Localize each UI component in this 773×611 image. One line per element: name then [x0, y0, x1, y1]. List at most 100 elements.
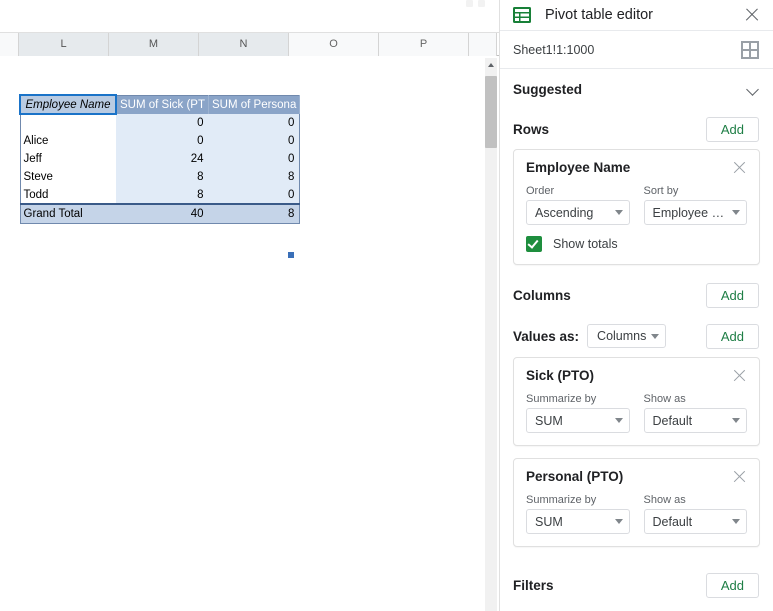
suggested-section[interactable]: Suggested: [500, 69, 773, 109]
order-select[interactable]: Ascending: [526, 200, 630, 225]
column-header-L[interactable]: L: [19, 33, 109, 56]
column-header-row[interactable]: L M N O P: [0, 33, 499, 56]
table-row[interactable]: 0 0: [20, 114, 300, 132]
pivot-header-sum-of-sick[interactable]: SUM of Sick (PT: [116, 95, 209, 114]
show-as-select[interactable]: Default: [643, 509, 747, 534]
order-label: Order: [526, 185, 555, 197]
pivot-row-value-sick[interactable]: 0: [116, 114, 209, 132]
summarize-by-select[interactable]: SUM: [526, 408, 630, 433]
values-field-card-sick-pto[interactable]: Sick (PTO) Summarize by SUM Show as Defa…: [513, 357, 760, 446]
show-totals-checkbox[interactable]: [526, 236, 542, 252]
sort-by-select[interactable]: Employee Na...: [643, 200, 747, 225]
summarize-by-select-value: SUM: [535, 514, 563, 529]
table-row[interactable]: Steve 8 8: [20, 168, 300, 186]
column-header-P[interactable]: P: [379, 33, 469, 56]
add-value-button[interactable]: Add: [705, 323, 759, 349]
sheet-vertical-scrollbar[interactable]: [485, 58, 497, 611]
selection-fill-handle[interactable]: [288, 252, 294, 258]
values-field-card-personal-pto[interactable]: Personal (PTO) Summarize by SUM Show as …: [513, 458, 760, 547]
pivot-row-value-personal[interactable]: 0: [208, 150, 300, 168]
grid-range-icon[interactable]: [741, 40, 759, 59]
values-as-select[interactable]: Columns: [587, 324, 667, 348]
pivot-row-value-sick[interactable]: 8: [116, 186, 209, 204]
pivot-row-value-personal[interactable]: 8: [208, 168, 300, 186]
pivot-row-value-sick[interactable]: 0: [116, 132, 209, 150]
filters-label: Filters: [513, 577, 554, 593]
scrollbar-thumb[interactable]: [485, 76, 497, 148]
values-as-select-value: Columns: [597, 329, 647, 343]
table-row[interactable]: Jeff 24 0: [20, 150, 300, 168]
remove-row-field-icon[interactable]: [732, 160, 747, 175]
chevron-down-icon: [651, 333, 660, 339]
pivot-header-sum-of-personal[interactable]: SUM of Persona: [208, 95, 301, 114]
add-row-button[interactable]: Add: [705, 116, 759, 142]
grand-total-sick[interactable]: 40: [116, 203, 209, 223]
order-control: Order Ascending: [526, 185, 630, 225]
chevron-down-icon: [732, 210, 740, 215]
values-as-label: Values as:: [513, 328, 580, 344]
remove-value-field-icon[interactable]: [732, 368, 747, 383]
pivot-row-value-personal[interactable]: 0: [208, 114, 300, 132]
chevron-down-icon: [732, 418, 740, 423]
pivot-row-value-personal[interactable]: 0: [208, 132, 300, 150]
pivot-table-editor-panel[interactable]: Pivot table editor Sheet1!1:1000 Suggest…: [499, 0, 773, 611]
pivot-grand-total-row[interactable]: Grand Total 40 8: [20, 203, 300, 223]
field-card-header: Employee Name: [526, 160, 747, 175]
pivot-row-value-sick[interactable]: 8: [116, 168, 209, 186]
chevron-down-icon[interactable]: [747, 83, 759, 95]
pivot-row-label[interactable]: Todd: [20, 186, 116, 204]
chevron-down-icon: [614, 519, 623, 524]
chevron-down-icon: [614, 210, 623, 215]
spreadsheet-area[interactable]: L M N O P Employee Name SUM of Sick (PT …: [0, 0, 499, 611]
show-totals-row[interactable]: Show totals: [526, 236, 747, 252]
pivot-row-value-sick[interactable]: 24: [116, 150, 209, 168]
close-icon[interactable]: [743, 6, 761, 24]
add-filter-button[interactable]: Add: [705, 572, 759, 598]
remove-value-field-icon[interactable]: [732, 469, 747, 484]
show-as-label: Show as: [643, 494, 686, 506]
pivot-row-label[interactable]: Jeff: [20, 150, 116, 168]
grand-total-label[interactable]: Grand Total: [20, 203, 116, 223]
spreadsheet-grid-body[interactable]: Employee Name SUM of Sick (PT SUM of Per…: [0, 56, 499, 611]
pivot-row-label[interactable]: [20, 114, 116, 132]
show-as-select-value: Default: [652, 514, 693, 529]
field-card-header: Personal (PTO): [526, 469, 747, 484]
table-row[interactable]: Todd 8 0: [20, 186, 300, 204]
column-header-partial[interactable]: [469, 33, 497, 56]
field-card-header: Sick (PTO): [526, 368, 747, 383]
editor-header: Pivot table editor: [500, 0, 773, 30]
scroll-up-icon[interactable]: [485, 58, 497, 70]
show-as-control: Show as Default: [643, 494, 747, 534]
add-column-button[interactable]: Add: [705, 282, 759, 308]
column-header-N[interactable]: N: [199, 33, 289, 56]
show-as-select-value: Default: [652, 413, 693, 428]
pivot-row-label[interactable]: Alice: [20, 132, 116, 150]
sort-by-select-value: Employee Na...: [652, 205, 728, 220]
show-as-select[interactable]: Default: [643, 408, 747, 433]
summarize-by-control: Summarize by SUM: [526, 393, 630, 433]
column-header-M[interactable]: M: [109, 33, 199, 56]
data-range-row[interactable]: Sheet1!1:1000: [500, 31, 773, 68]
field-title: Employee Name: [526, 160, 631, 175]
summarize-by-label: Summarize by: [526, 494, 597, 506]
spreadsheet-top-strip: [0, 0, 499, 33]
table-row[interactable]: Alice 0 0: [20, 132, 300, 150]
summarize-by-control: Summarize by SUM: [526, 494, 630, 534]
rows-section-header: Rows Add: [500, 109, 773, 149]
show-as-control: Show as Default: [643, 393, 747, 433]
pivot-row-label[interactable]: Steve: [20, 168, 116, 186]
summarize-by-select[interactable]: SUM: [526, 509, 630, 534]
pivot-header-employee-name[interactable]: Employee Name: [19, 94, 117, 115]
columns-section-header: Columns Add: [500, 275, 773, 315]
grand-total-personal[interactable]: 8: [208, 203, 300, 223]
show-as-label: Show as: [643, 393, 686, 405]
sort-by-control: Sort by Employee Na...: [643, 185, 747, 225]
chevron-down-icon: [732, 519, 740, 524]
rows-field-card-employee-name[interactable]: Employee Name Order Ascending Sort by Em…: [513, 149, 760, 265]
field-title: Personal (PTO): [526, 469, 624, 484]
pivot-table[interactable]: Employee Name SUM of Sick (PT SUM of Per…: [19, 94, 301, 224]
pivot-row-value-personal[interactable]: 0: [208, 186, 300, 204]
column-header-corner[interactable]: [0, 33, 19, 56]
show-totals-label: Show totals: [553, 237, 618, 251]
column-header-O[interactable]: O: [289, 33, 379, 56]
